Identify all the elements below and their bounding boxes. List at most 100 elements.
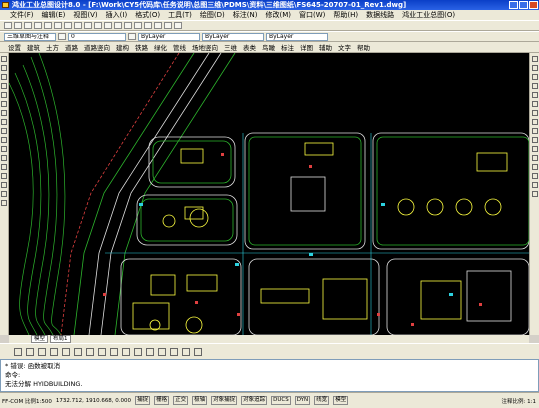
cad-menu-greening[interactable]: 绿化 xyxy=(154,42,167,52)
otrack-toggle[interactable]: 对象追踪 xyxy=(241,396,268,405)
redo-icon[interactable] xyxy=(94,22,102,29)
snap-intersection-icon[interactable] xyxy=(50,347,58,356)
design-center-icon[interactable] xyxy=(154,22,162,29)
fillet-icon[interactable] xyxy=(532,182,538,188)
snap-apparent-icon[interactable] xyxy=(62,347,70,356)
drawing-canvas[interactable] xyxy=(9,53,529,335)
rotate-icon[interactable] xyxy=(532,110,538,116)
revision-cloud-icon[interactable] xyxy=(1,119,7,125)
menu-edit[interactable]: 编辑(E) xyxy=(42,10,66,20)
snap-tangent-icon[interactable] xyxy=(110,347,118,356)
snap-node-icon[interactable] xyxy=(158,347,166,356)
menu-file[interactable]: 文件(F) xyxy=(10,10,34,20)
extend-icon[interactable] xyxy=(532,146,538,152)
break-icon[interactable] xyxy=(532,155,538,161)
tab-layout1[interactable]: 布局1 xyxy=(50,335,71,343)
circle-icon[interactable] xyxy=(1,110,7,116)
tool-palette-icon[interactable] xyxy=(164,22,172,29)
make-block-icon[interactable] xyxy=(1,155,7,161)
polyline-icon[interactable] xyxy=(1,74,7,80)
tab-model[interactable]: 模型 xyxy=(31,335,49,343)
cad-menu-annotation[interactable]: 标注 xyxy=(281,42,294,52)
menu-format[interactable]: 格式(O) xyxy=(135,10,160,20)
cad-menu-detail[interactable]: 详图 xyxy=(300,42,313,52)
layer-select[interactable]: 0 xyxy=(68,32,126,41)
layer-previous-icon[interactable] xyxy=(128,33,136,40)
snap-parallel-icon[interactable] xyxy=(134,347,142,356)
snap-endpoint-icon[interactable] xyxy=(26,347,34,356)
cad-menu-aerial[interactable]: 鸟瞰 xyxy=(262,42,275,52)
point-icon[interactable] xyxy=(1,164,7,170)
properties-icon[interactable] xyxy=(144,22,152,29)
color-select[interactable]: ByLayer xyxy=(138,32,200,41)
copy-object-icon[interactable] xyxy=(532,65,538,71)
cad-menu-text[interactable]: 文字 xyxy=(338,42,351,52)
snap-perpendicular-icon[interactable] xyxy=(122,347,130,356)
ducs-toggle[interactable]: DUCS xyxy=(271,396,291,405)
cad-menu-road-vertical[interactable]: 道路竖向 xyxy=(84,42,110,52)
menu-window[interactable]: 窗口(W) xyxy=(299,10,325,20)
cad-menu-auxiliary[interactable]: 辅助 xyxy=(319,42,332,52)
annotation-scale[interactable]: 注释比例: 1:1 xyxy=(502,397,536,405)
cad-menu-settings[interactable]: 设置 xyxy=(8,42,21,52)
snap-insert-icon[interactable] xyxy=(146,347,154,356)
spline-icon[interactable] xyxy=(1,128,7,134)
save-icon[interactable] xyxy=(24,22,32,29)
move-icon[interactable] xyxy=(532,101,538,107)
new-icon[interactable] xyxy=(4,22,12,29)
minimize-button[interactable] xyxy=(509,1,518,9)
snap-midpoint-icon[interactable] xyxy=(38,347,46,356)
insert-block-icon[interactable] xyxy=(1,146,7,152)
cad-menu-earthwork[interactable]: 土方 xyxy=(46,42,59,52)
offset-icon[interactable] xyxy=(532,83,538,89)
lineweight-toggle[interactable]: 线宽 xyxy=(314,396,330,405)
line-icon[interactable] xyxy=(1,56,7,62)
erase-icon[interactable] xyxy=(532,56,538,62)
menu-hongye[interactable]: 鸿业工业总图(O) xyxy=(402,10,455,20)
osnap-settings-icon[interactable] xyxy=(194,347,202,356)
cut-icon[interactable] xyxy=(54,22,62,29)
table-icon[interactable] xyxy=(1,191,7,197)
mirror-icon[interactable] xyxy=(532,74,538,80)
model-toggle[interactable]: 模型 xyxy=(333,396,349,405)
cad-menu-tables[interactable]: 表类 xyxy=(243,42,256,52)
temp-track-icon[interactable] xyxy=(14,347,22,356)
construction-line-icon[interactable] xyxy=(1,65,7,71)
scale-icon[interactable] xyxy=(532,119,538,125)
dyn-toggle[interactable]: DYN xyxy=(294,396,311,405)
polar-toggle[interactable]: 极轴 xyxy=(192,396,208,405)
snap-center-icon[interactable] xyxy=(86,347,94,356)
rectangle-icon[interactable] xyxy=(1,92,7,98)
chamfer-icon[interactable] xyxy=(532,173,538,179)
undo-icon[interactable] xyxy=(84,22,92,29)
grid-toggle[interactable]: 栅格 xyxy=(154,396,170,405)
zoom-icon[interactable] xyxy=(114,22,122,29)
snap-extension-icon[interactable] xyxy=(74,347,82,356)
cad-menu-road[interactable]: 道路 xyxy=(65,42,78,52)
menu-tools[interactable]: 工具(T) xyxy=(168,10,192,20)
layer-manager-icon[interactable] xyxy=(58,33,66,40)
osnap-toggle[interactable]: 对象捕捉 xyxy=(211,396,238,405)
ortho-toggle[interactable]: 正交 xyxy=(173,396,189,405)
maximize-button[interactable] xyxy=(519,1,528,9)
open-icon[interactable] xyxy=(14,22,22,29)
print-icon[interactable] xyxy=(34,22,42,29)
cad-menu-railway[interactable]: 铁路 xyxy=(135,42,148,52)
command-window[interactable]: * 错误: 函数被取消 命令: 无法分解 HYIDBUILDING. xyxy=(0,359,539,392)
snap-toggle[interactable]: 捕捉 xyxy=(135,396,151,405)
menu-modify[interactable]: 修改(M) xyxy=(265,10,291,20)
preview-icon[interactable] xyxy=(44,22,52,29)
cad-menu-structure[interactable]: 建构 xyxy=(116,42,129,52)
region-icon[interactable] xyxy=(1,182,7,188)
menu-dimension[interactable]: 标注(N) xyxy=(233,10,258,20)
copy-icon[interactable] xyxy=(64,22,72,29)
close-button[interactable] xyxy=(529,1,538,9)
zoom-previous-icon[interactable] xyxy=(134,22,142,29)
cad-menu-3d[interactable]: 三维 xyxy=(224,42,237,52)
array-icon[interactable] xyxy=(532,92,538,98)
menu-insert[interactable]: 插入(I) xyxy=(106,10,128,20)
help-icon[interactable] xyxy=(174,22,182,29)
pan-icon[interactable] xyxy=(104,22,112,29)
cad-menu-pipeline[interactable]: 管线 xyxy=(173,42,186,52)
snap-none-icon[interactable] xyxy=(182,347,190,356)
